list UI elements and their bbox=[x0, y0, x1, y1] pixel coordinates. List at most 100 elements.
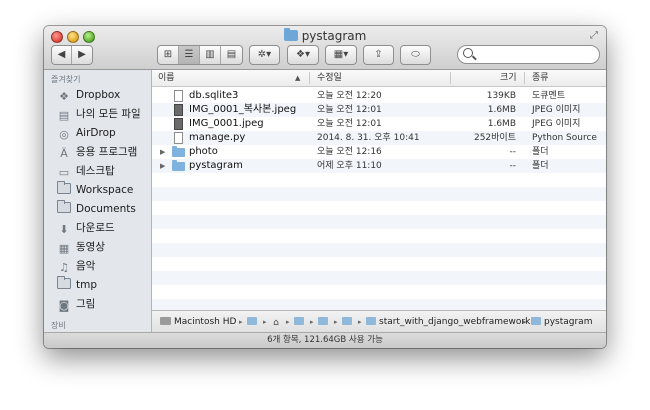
folder-icon bbox=[294, 317, 304, 325]
column-divider[interactable] bbox=[309, 72, 310, 84]
dropbox-menu-button[interactable]: ❖▾ bbox=[287, 45, 319, 65]
file-kind: 폴더 bbox=[532, 161, 549, 171]
sidebar-item-dropbox[interactable]: ❖ Dropbox bbox=[57, 86, 120, 104]
sidebar-item-pictures[interactable]: ◙ 그림 bbox=[57, 295, 96, 313]
empty-row bbox=[152, 173, 606, 187]
file-kind: JPEG 이미지 bbox=[532, 105, 581, 115]
folder-icon bbox=[57, 200, 71, 213]
sidebar-item-applications[interactable]: Ä 응용 프로그램 bbox=[57, 143, 137, 161]
tags-button[interactable]: ⬭ bbox=[400, 45, 431, 65]
sidebar-item-desktop[interactable]: ▭ 데스크탑 bbox=[57, 162, 115, 180]
file-size: 252바이트 bbox=[473, 133, 516, 143]
dropbox-icon: ❖ bbox=[59, 90, 69, 103]
sidebar-item-workspace[interactable]: Workspace bbox=[57, 181, 133, 199]
column-divider[interactable] bbox=[524, 72, 525, 84]
folder-icon bbox=[366, 317, 376, 325]
file-name: IMG_0001.jpeg bbox=[189, 118, 264, 129]
file-size: 139KB bbox=[486, 91, 516, 101]
back-button[interactable]: ◀ bbox=[52, 46, 72, 64]
file-row[interactable]: manage.py 2014. 8. 31. 오후 10:41 252바이트 P… bbox=[152, 131, 606, 145]
column-header-size[interactable]: 크기 bbox=[500, 70, 517, 86]
music-icon: ♫ bbox=[59, 261, 69, 274]
sidebar-heading-favorites: 즐겨찾기 bbox=[51, 75, 81, 84]
path-item-label: pystagram bbox=[544, 317, 593, 327]
downloads-icon: ⬇ bbox=[59, 223, 69, 236]
empty-row bbox=[152, 257, 606, 271]
empty-row bbox=[152, 215, 606, 229]
icon-view-button[interactable]: ⊞ bbox=[158, 46, 179, 64]
path-item-folder[interactable] bbox=[247, 315, 260, 329]
file-date: 오늘 오전 12:16 bbox=[317, 147, 382, 157]
folder-icon bbox=[283, 28, 298, 41]
view-mode-control: ⊞ ☰ ▥ ▤ bbox=[157, 45, 243, 65]
finder-window: pystagram ⤢ ◀ ▶ ⊞ ☰ ▥ ▤ ✲▾ ❖▾ ▦▾ ⇪ ⬭ 즐겨찾기 ❖ D… bbox=[44, 26, 606, 348]
folder-icon bbox=[57, 181, 71, 194]
sidebar-item-downloads[interactable]: ⬇ 다운로드 bbox=[57, 219, 114, 237]
applications-icon: Ä bbox=[60, 147, 68, 160]
path-separator-icon: ▸ bbox=[358, 318, 362, 326]
arrange-menu-button[interactable]: ▦▾ bbox=[325, 45, 357, 65]
column-header-date[interactable]: 수정일 bbox=[317, 70, 342, 86]
path-item-start-with-django-webframework[interactable]: start_with_django_webframework bbox=[366, 315, 530, 329]
path-item-folder[interactable] bbox=[342, 315, 355, 329]
disclosure-triangle-icon[interactable]: ▶ bbox=[160, 145, 165, 159]
airdrop-icon: ◎ bbox=[59, 128, 69, 141]
fullscreen-icon[interactable]: ⤢ bbox=[588, 30, 600, 42]
file-row[interactable]: IMG_0001.jpeg 오늘 오전 12:01 1.6MB JPEG 이미지 bbox=[152, 117, 606, 131]
path-item-label: Macintosh HD bbox=[174, 317, 237, 327]
file-size: -- bbox=[509, 147, 517, 157]
column-view-button[interactable]: ▥ bbox=[200, 46, 221, 64]
column-divider[interactable] bbox=[450, 72, 451, 84]
file-size: 1.6MB bbox=[487, 119, 516, 129]
sidebar-item-tmp[interactable]: tmp bbox=[57, 276, 97, 294]
image-file-icon bbox=[174, 118, 183, 130]
sort-ascending-icon: ▲ bbox=[295, 74, 301, 82]
path-item-macintosh-hd[interactable]: Macintosh HD bbox=[160, 315, 236, 329]
share-button[interactable]: ⇪ bbox=[363, 45, 394, 65]
document-icon bbox=[174, 132, 183, 144]
file-name: manage.py bbox=[189, 132, 246, 143]
path-item-home[interactable]: ⌂ bbox=[271, 315, 284, 329]
empty-row bbox=[152, 285, 606, 299]
file-name: db.sqlite3 bbox=[189, 90, 239, 101]
home-icon: ⌂ bbox=[273, 318, 279, 328]
folder-icon bbox=[57, 276, 71, 289]
path-item-folder[interactable] bbox=[294, 315, 307, 329]
file-name: pystagram bbox=[189, 160, 243, 171]
status-bar: 6개 항목, 121.64GB 사용 가능 bbox=[44, 332, 606, 348]
sidebar-item-movies[interactable]: ▦ 동영상 bbox=[57, 238, 105, 256]
file-name: IMG_0001_복사본.jpeg bbox=[189, 104, 297, 115]
column-header-name[interactable]: 이름 bbox=[158, 70, 175, 86]
path-separator-icon: ▸ bbox=[334, 318, 338, 326]
path-separator-icon: ▸ bbox=[523, 318, 527, 326]
coverflow-view-button[interactable]: ▤ bbox=[221, 46, 242, 64]
empty-row bbox=[152, 271, 606, 285]
sidebar-item-label: 응용 프로그램 bbox=[76, 146, 138, 158]
search-input[interactable] bbox=[457, 45, 600, 64]
file-kind: Python Source bbox=[532, 133, 597, 143]
path-separator-icon: ▸ bbox=[239, 318, 243, 326]
column-header-kind[interactable]: 종류 bbox=[532, 70, 549, 86]
sidebar-item-label: Dropbox bbox=[76, 89, 121, 101]
pictures-icon: ◙ bbox=[58, 299, 70, 312]
sidebar-item-music[interactable]: ♫ 음악 bbox=[57, 257, 95, 275]
list-view-button[interactable]: ☰ bbox=[179, 46, 200, 64]
action-menu-button[interactable]: ✲▾ bbox=[249, 45, 280, 65]
disclosure-triangle-icon[interactable]: ▶ bbox=[160, 159, 165, 173]
sidebar-item-all-files[interactable]: ▤ 나의 모든 파일 bbox=[57, 105, 141, 123]
movies-icon: ▦ bbox=[58, 242, 70, 255]
sidebar-item-label: tmp bbox=[76, 279, 98, 291]
file-date: 2014. 8. 31. 오후 10:41 bbox=[317, 133, 420, 143]
file-row[interactable]: ▶ pystagram 어제 오후 11:10 -- 폴더 bbox=[152, 159, 606, 173]
sidebar-item-documents[interactable]: Documents bbox=[57, 200, 136, 218]
sidebar-item-airdrop[interactable]: ◎ AirDrop bbox=[57, 124, 116, 142]
title-bar: pystagram ⤢ ◀ ▶ ⊞ ☰ ▥ ▤ ✲▾ ❖▾ ▦▾ ⇪ ⬭ bbox=[44, 26, 606, 70]
file-row[interactable]: IMG_0001_복사본.jpeg 오늘 오전 12:01 1.6MB JPEG… bbox=[152, 103, 606, 117]
file-row[interactable]: db.sqlite3 오늘 오전 12:20 139KB 도큐멘트 bbox=[152, 89, 606, 103]
forward-button[interactable]: ▶ bbox=[72, 46, 92, 64]
path-item-pystagram[interactable]: pystagram bbox=[531, 315, 592, 329]
file-row[interactable]: ▶ photo 오늘 오전 12:16 -- 폴더 bbox=[152, 145, 606, 159]
path-item-folder[interactable] bbox=[318, 315, 331, 329]
image-file-icon bbox=[174, 104, 183, 116]
file-date: 오늘 오전 12:01 bbox=[317, 119, 382, 129]
